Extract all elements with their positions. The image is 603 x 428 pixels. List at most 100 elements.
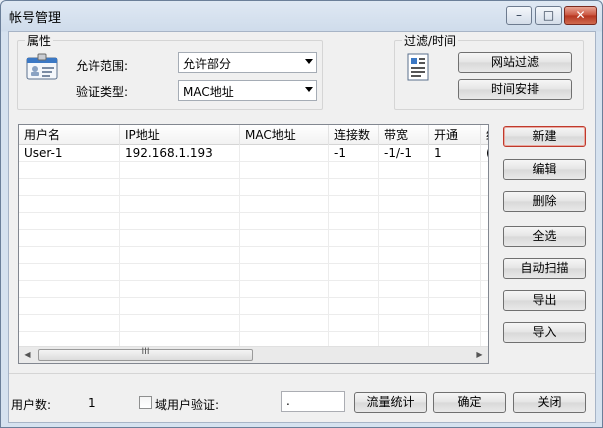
- cell-enabled: 1: [429, 145, 481, 162]
- table-header: 用户名 IP地址 MAC地址 连接数 带宽 开通 结: [19, 125, 488, 145]
- empty-cell: [19, 196, 120, 213]
- footer-divider: [9, 373, 595, 374]
- empty-cell: [329, 230, 379, 247]
- delete-button[interactable]: 删除: [503, 191, 586, 212]
- empty-cell: [429, 230, 481, 247]
- new-button[interactable]: 新建: [503, 126, 586, 147]
- empty-cell: [329, 264, 379, 281]
- empty-cell: [329, 162, 379, 179]
- empty-cell: [329, 247, 379, 264]
- document-list-icon: [407, 53, 429, 81]
- user-table[interactable]: 用户名 IP地址 MAC地址 连接数 带宽 开通 结 User-1 192.16…: [18, 124, 489, 364]
- schedule-button[interactable]: 时间安排: [458, 79, 572, 100]
- scope-label: 允许范围:: [76, 59, 129, 73]
- column-header-enabled[interactable]: 开通: [429, 125, 481, 145]
- web-filter-button[interactable]: 网站过滤: [458, 52, 572, 73]
- close-window-button[interactable]: ✕: [564, 6, 597, 25]
- scroll-right-icon[interactable]: ▶: [471, 347, 488, 363]
- cell-bandwidth: -1/-1: [379, 145, 429, 162]
- empty-cell: [429, 315, 481, 332]
- table-row: [19, 247, 488, 264]
- chevron-down-icon: [305, 87, 313, 92]
- empty-cell: [429, 196, 481, 213]
- table-row: [19, 315, 488, 332]
- empty-cell: [120, 179, 240, 196]
- table-row: [19, 213, 488, 230]
- empty-cell: [19, 315, 120, 332]
- empty-cell: [481, 162, 488, 179]
- minimize-icon: –: [516, 8, 522, 22]
- column-header-ip[interactable]: IP地址: [120, 125, 240, 145]
- column-header-bandwidth[interactable]: 带宽: [379, 125, 429, 145]
- empty-cell: [240, 162, 329, 179]
- empty-cell: [429, 179, 481, 196]
- column-header-truncated[interactable]: 结: [481, 125, 488, 145]
- empty-cell: [19, 298, 120, 315]
- table-row[interactable]: User-1 192.168.1.193 -1 -1/-1 1 (: [19, 145, 488, 162]
- empty-cell: [379, 298, 429, 315]
- empty-cell: [379, 179, 429, 196]
- empty-cell: [240, 264, 329, 281]
- cell-username: User-1: [19, 145, 120, 162]
- empty-cell: [240, 281, 329, 298]
- scroll-thumb[interactable]: III: [38, 347, 253, 361]
- edit-button[interactable]: 编辑: [503, 159, 586, 180]
- empty-cell: [429, 247, 481, 264]
- empty-cell: [240, 179, 329, 196]
- cell-connections: -1: [329, 145, 379, 162]
- empty-cell: [120, 264, 240, 281]
- title-bar[interactable]: 帐号管理 – □ ✕: [1, 1, 602, 31]
- cell-truncated: (: [481, 145, 488, 162]
- domain-auth-checkbox[interactable]: [139, 396, 152, 409]
- properties-group: 属性 允许范围: 允许部分 验证类型: MAC地址: [17, 32, 323, 110]
- auto-scan-button[interactable]: 自动扫描: [503, 258, 586, 279]
- minimize-button[interactable]: –: [506, 6, 532, 25]
- import-button[interactable]: 导入: [503, 322, 586, 343]
- table-row: [19, 179, 488, 196]
- scroll-grip-icon: III: [141, 347, 150, 357]
- empty-cell: [120, 315, 240, 332]
- empty-cell: [329, 281, 379, 298]
- empty-cell: [429, 281, 481, 298]
- empty-cell: [481, 315, 488, 332]
- column-header-connections[interactable]: 连接数: [329, 125, 379, 145]
- empty-cell: [329, 315, 379, 332]
- table-row: [19, 162, 488, 179]
- empty-cell: [120, 196, 240, 213]
- table-row: [19, 298, 488, 315]
- maximize-button[interactable]: □: [535, 6, 562, 25]
- empty-cell: [19, 179, 120, 196]
- account-management-window: 帐号管理 – □ ✕ 属性 允许范围: 允许部分 验证类型: MAC地址 过滤/…: [0, 0, 603, 428]
- empty-cell: [19, 281, 120, 298]
- domain-input[interactable]: .: [281, 391, 345, 412]
- empty-cell: [429, 264, 481, 281]
- empty-cell: [329, 196, 379, 213]
- auth-type-select[interactable]: MAC地址: [178, 80, 317, 101]
- export-button[interactable]: 导出: [503, 290, 586, 311]
- filter-time-group-label: 过滤/时间: [402, 32, 459, 49]
- empty-cell: [240, 298, 329, 315]
- empty-cell: [240, 196, 329, 213]
- horizontal-scrollbar[interactable]: ◀ III ▶: [19, 346, 488, 363]
- empty-cell: [481, 196, 488, 213]
- scope-select[interactable]: 允许部分: [178, 52, 317, 73]
- traffic-stats-button[interactable]: 流量统计: [354, 392, 427, 413]
- empty-cell: [120, 230, 240, 247]
- chevron-down-icon: [305, 59, 313, 64]
- scroll-left-icon[interactable]: ◀: [19, 347, 36, 363]
- properties-group-label: 属性: [25, 32, 54, 49]
- empty-cell: [240, 315, 329, 332]
- select-all-button[interactable]: 全选: [503, 226, 586, 247]
- scope-select-value: 允许部分: [183, 57, 232, 71]
- column-header-username[interactable]: 用户名: [19, 125, 120, 145]
- empty-cell: [481, 230, 488, 247]
- user-count-value: 1: [88, 396, 96, 410]
- empty-cell: [19, 247, 120, 264]
- empty-cell: [481, 264, 488, 281]
- empty-cell: [120, 281, 240, 298]
- close-button[interactable]: 关闭: [513, 392, 586, 413]
- ok-button[interactable]: 确定: [433, 392, 506, 413]
- column-header-mac[interactable]: MAC地址: [240, 125, 329, 145]
- empty-cell: [120, 298, 240, 315]
- table-row: [19, 230, 488, 247]
